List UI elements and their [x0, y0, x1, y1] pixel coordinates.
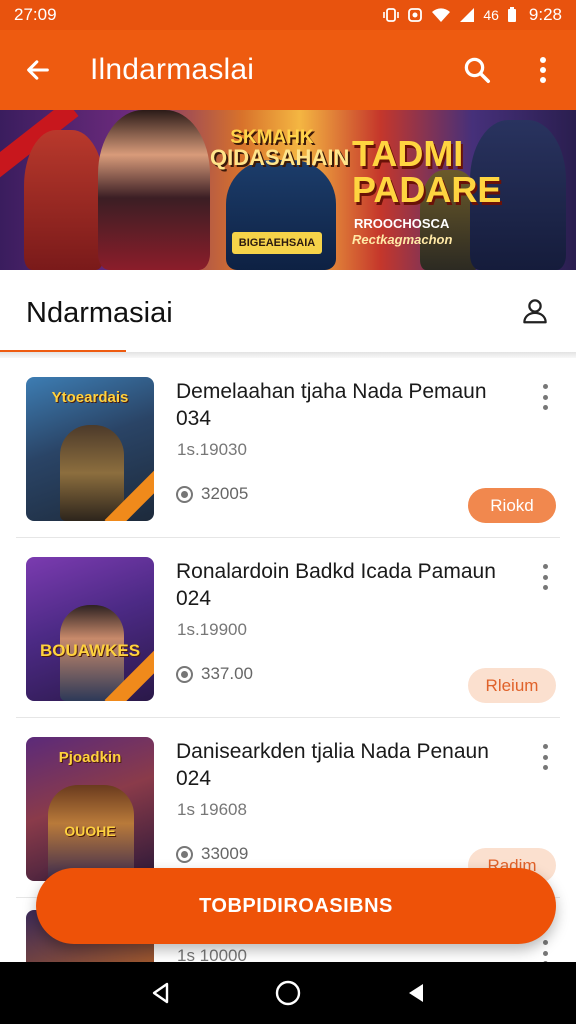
back-button[interactable] [0, 30, 76, 110]
banner-logo-right: TADMI PADARE [352, 136, 501, 208]
item-stat-value: 32005 [201, 484, 249, 503]
item-action-button[interactable]: Riokd [468, 488, 556, 523]
item-date: 1s.19030 [177, 440, 247, 459]
banner-character [98, 110, 210, 270]
vibrate-icon [383, 8, 400, 22]
item-more-button[interactable] [534, 564, 556, 590]
more-vertical-icon [540, 57, 546, 83]
game-thumbnail: Pjoadkin OUOHE [26, 737, 154, 881]
banner-small-text: RROOCHOSCA [354, 216, 450, 231]
banner-logo-right-line2: PADARE [352, 169, 502, 210]
network-type-label: 46 [483, 7, 499, 23]
app-bar: Ilndarmaslai [0, 30, 576, 110]
status-time-left: 27:09 [14, 5, 57, 24]
item-title: Danisearkden tjalia Nada Penaun 024 [176, 740, 489, 790]
thumbnail-caption-secondary: OUOHE [64, 823, 116, 839]
thumbnail-caption: BOUAWKES [39, 641, 141, 660]
system-nav-bar [0, 962, 576, 1024]
profile-button[interactable] [520, 296, 550, 331]
promo-banner[interactable]: SKMAHK QIDASAHAIN BIGEAEHSAIA TADMI PADA… [0, 110, 576, 270]
alarm-icon [408, 8, 423, 22]
item-stat-value: 337.00 [201, 664, 253, 683]
item-date: 1s.19900 [177, 620, 247, 639]
triangle-back-icon [153, 982, 169, 1004]
page-title: Ilndarmaslai [90, 53, 255, 86]
more-options-button[interactable] [510, 30, 576, 110]
item-title: Demelaahan tjaha Nada Pemaun 034 [176, 380, 487, 430]
banner-small-text: Rectkagmachon [352, 232, 453, 247]
banner-tagline: BIGEAEHSAIA [232, 232, 322, 254]
circle-home-icon [275, 980, 301, 1006]
nav-recents-button[interactable] [390, 968, 440, 1018]
item-more-button[interactable] [534, 384, 556, 410]
game-thumbnail: Ytoeardais [26, 377, 154, 521]
banner-logo-line2: QIDASAHAIN [210, 145, 350, 170]
item-stat-value: 33009 [201, 844, 249, 863]
section-title: Ndarmasiai [26, 296, 173, 329]
item-stat: 337.00 [176, 664, 253, 684]
list-item[interactable]: BOUAWKES Ronalardoin Badkd Icada Pamaun … [16, 538, 560, 718]
game-thumbnail: BOUAWKES [26, 557, 154, 701]
banner-logo-right-line1: TADMI [352, 133, 464, 174]
triangle-recents-icon [408, 984, 423, 1002]
game-list: Ytoeardais Demelaahan tjaha Nada Pemaun … [0, 358, 576, 970]
item-stat: 32005 [176, 484, 248, 504]
banner-character [24, 130, 104, 270]
views-icon [176, 665, 193, 683]
user-icon [523, 298, 547, 323]
item-stat: 33009 [176, 844, 248, 864]
thumbnail-caption: Pjoadkin [58, 749, 122, 766]
views-icon [176, 485, 193, 503]
item-more-button[interactable] [534, 744, 556, 770]
banner-logo-left: SKMAHK QIDASAHAIN [210, 128, 350, 170]
signal-icon [460, 8, 475, 22]
search-icon [464, 57, 490, 83]
wifi-icon [432, 8, 451, 22]
primary-action-button[interactable]: TOBPIDIROASIBNS [36, 868, 556, 944]
nav-back-button[interactable] [136, 968, 186, 1018]
list-item[interactable]: Ytoeardais Demelaahan tjaha Nada Pemaun … [16, 358, 560, 538]
section-header: Ndarmasiai [0, 270, 576, 356]
status-bar: 27:09 46 9:28 [0, 0, 576, 30]
nav-home-button[interactable] [263, 968, 313, 1018]
status-icons: 46 9:28 [383, 5, 562, 25]
views-icon [176, 845, 193, 863]
search-button[interactable] [444, 30, 510, 110]
thumbnail-caption: Ytoeardais [51, 389, 129, 406]
item-action-button[interactable]: Rleium [468, 668, 556, 703]
item-date: 1s 19608 [177, 800, 247, 819]
item-title: Ronalardoin Badkd Icada Pamaun 024 [176, 560, 496, 610]
status-time-right: 9:28 [528, 5, 562, 24]
arrow-left-icon [27, 60, 49, 80]
thumbnail-character [60, 425, 124, 521]
battery-icon [507, 7, 516, 22]
